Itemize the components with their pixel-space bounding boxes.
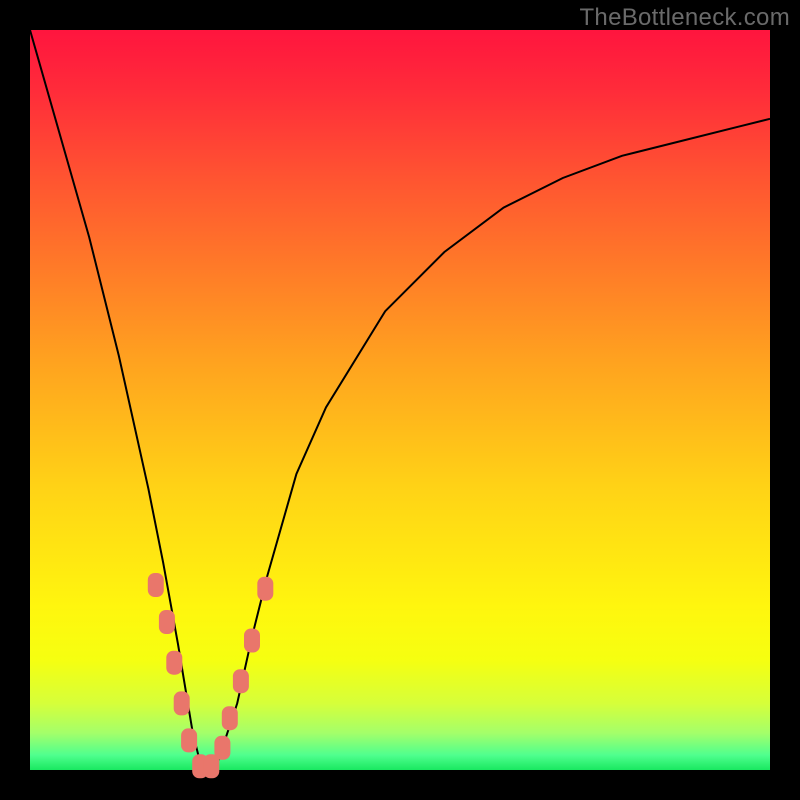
- data-marker: [233, 669, 249, 693]
- data-marker: [159, 610, 175, 634]
- data-marker: [181, 728, 197, 752]
- plot-area: [30, 30, 770, 770]
- data-marker: [174, 691, 190, 715]
- chart-svg: [30, 30, 770, 770]
- data-marker: [166, 651, 182, 675]
- data-marker: [214, 736, 230, 760]
- data-marker: [148, 573, 164, 597]
- data-marker: [222, 706, 238, 730]
- marker-group: [148, 573, 274, 778]
- data-marker: [257, 577, 273, 601]
- data-marker: [244, 629, 260, 653]
- watermark-text: TheBottleneck.com: [579, 4, 790, 32]
- bottleneck-curve: [30, 30, 770, 770]
- chart-frame: TheBottleneck.com: [0, 0, 800, 800]
